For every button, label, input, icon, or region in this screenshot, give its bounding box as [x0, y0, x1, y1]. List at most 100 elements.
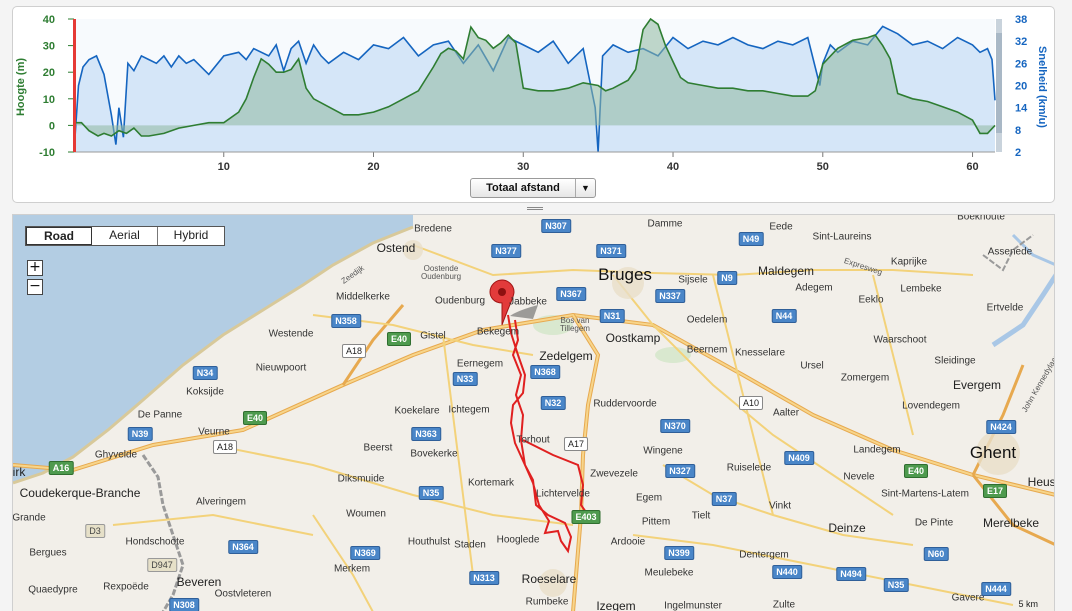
road-shield: N337 [655, 289, 685, 303]
place-label: Bruges [598, 265, 652, 284]
place-label: Ertvelde [986, 302, 1024, 314]
road-shield: N371 [596, 244, 626, 258]
road-shield: N35 [883, 578, 909, 592]
map-type-road-button[interactable]: Road [26, 227, 92, 245]
road-shield: A16 [48, 461, 74, 475]
route-map[interactable]: Bruges Ghent Ostend Bredene Oostende Oudenbu… [12, 214, 1055, 611]
road-shield: N33 [452, 372, 478, 386]
x-tick-label: 40 [667, 161, 679, 173]
place-label: Maldegem [757, 264, 815, 278]
place-label: Ghent [969, 443, 1017, 462]
x-tick-label: 60 [966, 161, 978, 173]
place-label: Nieuwpoort [255, 362, 307, 374]
place-label: Beernem [686, 344, 728, 356]
road-shield: N49 [738, 232, 764, 246]
left-tick-label: 10 [43, 94, 55, 106]
right-tick-label: 2 [1015, 147, 1021, 159]
road-shield: N307 [541, 219, 571, 233]
road-shield: N34 [192, 366, 218, 380]
road-shield: N60 [923, 547, 949, 561]
place-label: Sijsele [678, 274, 708, 286]
place-label: Ingelmunster [664, 600, 722, 611]
place-label: Zwevezele [590, 468, 638, 480]
road-shield: N444 [981, 582, 1011, 596]
right-tick-label: 8 [1015, 125, 1021, 137]
place-label: Ursel [800, 360, 824, 372]
place-label: Alveringem [195, 496, 247, 508]
place-label: Tielt [691, 510, 711, 522]
chevron-down-icon[interactable]: ▼ [575, 179, 595, 197]
road-shield: N9 [717, 271, 737, 285]
place-label: Knesselare [734, 347, 786, 359]
place-label: Westende [268, 328, 314, 340]
road-shield: N440 [772, 565, 802, 579]
right-tick-label: 26 [1015, 58, 1027, 70]
place-label: Jabbeke [509, 296, 547, 308]
place-label: Middelkerke [336, 291, 390, 303]
road-shield: N35 [418, 486, 444, 500]
road-shield: N409 [784, 451, 814, 465]
place-label: Koksijde [186, 386, 224, 398]
road-shield: N44 [771, 309, 797, 323]
place-label: Eernegem [456, 358, 504, 370]
place-label: Bos van Tillegem [560, 316, 590, 333]
place-label: Egem [635, 492, 663, 504]
panel-resize-handle[interactable] [527, 206, 543, 212]
map-type-aerial-button[interactable]: Aerial [92, 227, 158, 245]
road-shield: N369 [350, 546, 380, 560]
road-shield: D947 [147, 558, 177, 572]
place-label: Diksmuide [337, 473, 385, 485]
road-shield: N424 [986, 420, 1016, 434]
place-label: Bergues [29, 547, 67, 559]
map-type-hybrid-button[interactable]: Hybrid [158, 227, 224, 245]
place-label: Sint-Martens-Latem [881, 488, 969, 500]
place-label: Sleidinge [934, 355, 976, 367]
place-label: Kaprijke [890, 256, 928, 268]
place-label: Hondschoote [125, 536, 185, 548]
place-label: Meulebeke [644, 567, 694, 579]
left-tick-label: -10 [39, 147, 55, 159]
right-axis-label: Snelheid (km/u) [1036, 46, 1048, 128]
position-marker[interactable] [73, 19, 76, 152]
road-shield: N358 [331, 314, 361, 328]
road-shield: A10 [738, 396, 764, 410]
place-label: Veurne [198, 426, 230, 438]
place-label: Izegem [596, 599, 636, 611]
x-tick-label: 30 [517, 161, 529, 173]
place-label: Vinkt [768, 500, 792, 512]
road-shield: N32 [540, 396, 566, 410]
road-shield: N364 [228, 540, 258, 554]
road-shield: E17 [982, 484, 1008, 498]
place-label: Gistel [420, 330, 446, 342]
road-shield: N308 [169, 598, 199, 611]
zoom-out-button[interactable]: − [27, 279, 43, 295]
place-label: Coudekerque-Branche [19, 486, 141, 500]
road-shield: A18 [212, 440, 238, 454]
place-label: Landegem [853, 444, 901, 456]
place-label: Quaedypre [28, 584, 78, 596]
road-shield: N368 [530, 365, 560, 379]
place-label: Waarschoot [873, 334, 927, 346]
right-tick-label: 20 [1015, 81, 1027, 93]
road-shield: N39 [127, 427, 153, 441]
place-label: Assenede [987, 246, 1033, 258]
road-shield: N363 [411, 427, 441, 441]
place-label: Oudenburg [434, 295, 486, 307]
distance-mode-label: Totaal afstand [486, 182, 560, 194]
place-label: Houthulst [407, 536, 451, 548]
place-label: Pittem [641, 516, 671, 528]
distance-mode-select[interactable]: Totaal afstand ▼ [470, 178, 596, 198]
road-shield: E40 [903, 464, 929, 478]
place-label: Zomergem [840, 372, 890, 384]
zoom-in-button[interactable]: + [27, 260, 43, 276]
right-tick-label: 38 [1015, 14, 1027, 26]
place-label: Rexpoëde [103, 581, 149, 593]
place-label: Torhout [516, 434, 550, 446]
place-label: Ruddervoorde [593, 398, 657, 410]
road-shield: N327 [665, 464, 695, 478]
place-label: Oedelem [686, 314, 728, 326]
road-shield: E40 [386, 332, 412, 346]
road-shield: N31 [599, 309, 625, 323]
place-label: Dentergem [739, 549, 789, 561]
x-tick-label: 50 [817, 161, 829, 173]
